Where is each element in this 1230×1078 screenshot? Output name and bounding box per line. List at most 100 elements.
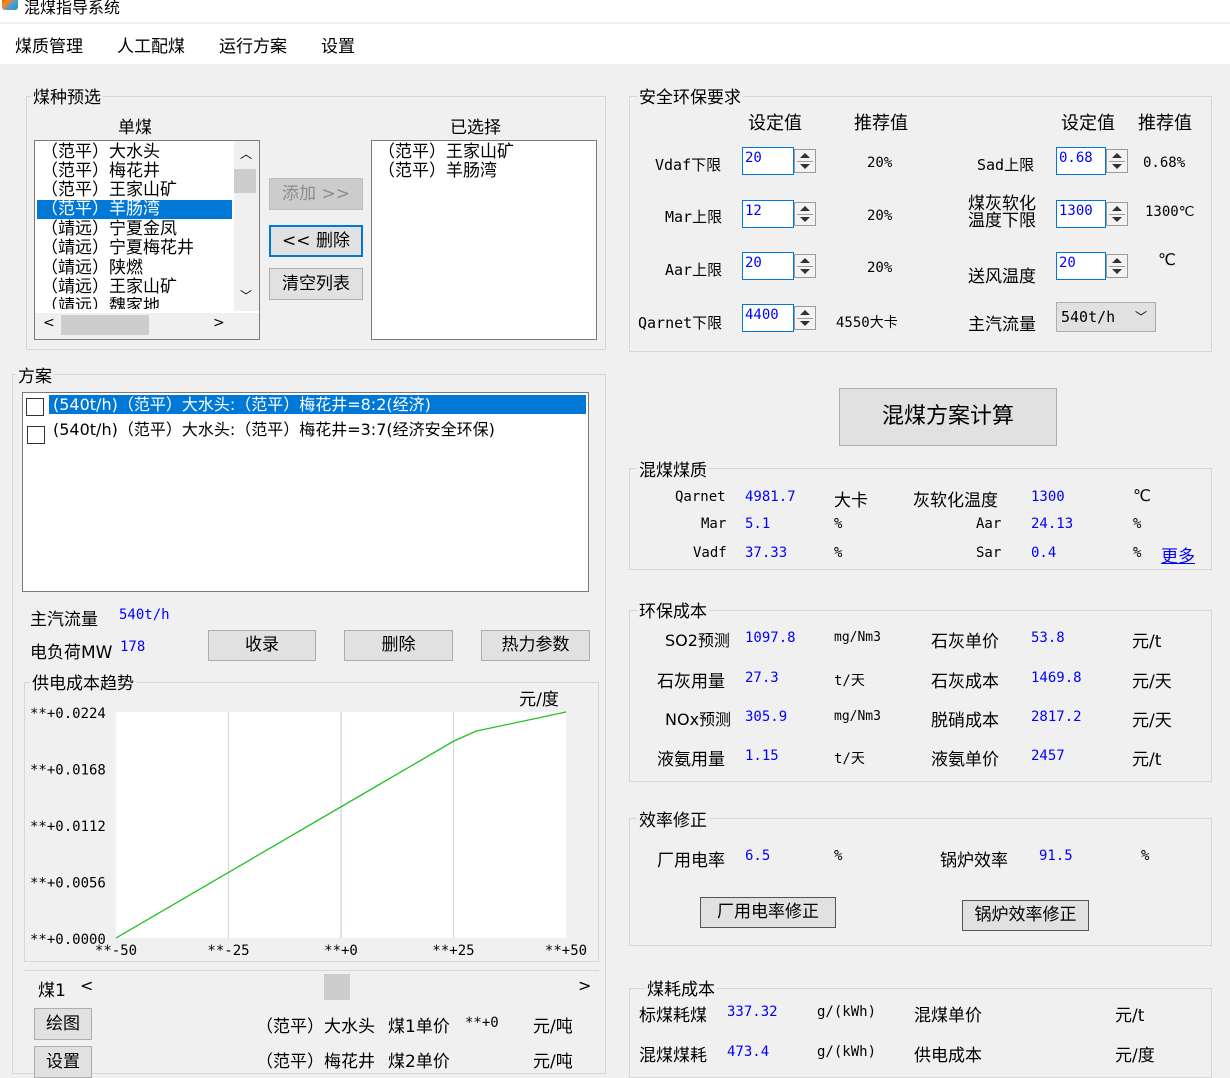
ash-softening-spinner[interactable]: 1300 <box>1056 200 1132 228</box>
air-temp-spinner[interactable]: 20 <box>1056 252 1132 280</box>
settings-button[interactable]: 设置 <box>34 1046 92 1078</box>
remove-button[interactable]: << 删除 <box>269 225 363 257</box>
aar-spinner[interactable]: 20 <box>742 252 818 280</box>
scroll-up-icon[interactable]: ︿ <box>240 145 252 162</box>
plan-item[interactable]: (540t/h)（范平）大水头:（范平）梅花井=3:7(经济安全环保) <box>49 420 495 439</box>
nox-value: 305.9 <box>745 709 788 725</box>
list-item[interactable]: （靖远）宁夏梅花井 <box>37 239 194 258</box>
steam-flow-select-value: 540t/h <box>1061 308 1116 326</box>
aux-power-correction-button[interactable]: 厂用电率修正 <box>700 897 836 928</box>
supply-cost-label: 供电成本 <box>914 1046 982 1066</box>
aar-recommended: 20% <box>867 260 893 276</box>
plan-checkbox[interactable] <box>27 426 45 444</box>
thermal-params-button[interactable]: 热力参数 <box>481 630 590 661</box>
selected-coal-list[interactable]: （范平）王家山矿 （范平）羊肠湾 <box>371 140 597 340</box>
x-tick-label: **-25 <box>207 943 249 959</box>
list-item[interactable]: （范平）王家山矿 <box>374 143 514 162</box>
more-link[interactable]: 更多 <box>1161 542 1195 567</box>
mar-spinner[interactable]: 12 <box>742 200 818 228</box>
x-tick-label: **+25 <box>432 943 474 959</box>
list-item[interactable]: （范平）羊肠湾 <box>374 162 497 181</box>
qarnet-spinner[interactable]: 4400 <box>742 304 818 332</box>
mar-recommended: 20% <box>867 208 893 224</box>
aux-power-value: 6.5 <box>745 848 771 864</box>
coal1-price-label: 煤1单价 <box>388 1017 450 1037</box>
coal1-name: （范平）大水头 <box>256 1017 375 1037</box>
vdaf-spinner[interactable]: 20 <box>742 147 818 175</box>
menu-run-plan[interactable]: 运行方案 <box>219 32 287 57</box>
scroll-thumb[interactable] <box>234 169 256 193</box>
clear-list-button[interactable]: 清空列表 <box>269 268 363 300</box>
spin-arrows[interactable] <box>1106 149 1128 173</box>
qarnet-value: 4981.7 <box>745 489 796 505</box>
slider-right-icon[interactable]: > <box>578 976 591 995</box>
spin-arrows[interactable] <box>1106 202 1128 226</box>
spin-arrows[interactable] <box>794 306 816 330</box>
lime-usage-unit: t/天 <box>834 673 865 689</box>
slider-left-icon[interactable]: < <box>80 976 93 995</box>
blend-quality-legend: 混煤煤质 <box>637 456 709 481</box>
list-item[interactable]: （范平）梅花井 <box>37 162 160 181</box>
spin-arrows[interactable] <box>1106 254 1128 278</box>
nox-label: NOx预测 <box>665 710 732 729</box>
air-temp-label: 送风温度 <box>968 267 1036 287</box>
vdaf-input[interactable]: 20 <box>742 147 794 175</box>
coal1-price-unit: 元/吨 <box>533 1017 573 1037</box>
list-item[interactable]: （靖远）王家山矿 <box>37 278 177 297</box>
chevron-down-icon[interactable]: ﹀ <box>1135 303 1147 331</box>
slider-thumb[interactable] <box>324 974 350 1000</box>
qarnet-input[interactable]: 4400 <box>742 304 794 332</box>
mar-input[interactable]: 12 <box>742 200 794 228</box>
list-item[interactable]: （范平）大水头 <box>37 143 160 162</box>
aux-power-label: 厂用电率 <box>657 851 725 871</box>
plan-item-selected[interactable]: (540t/h)（范平）大水头:（范平）梅花井=8:2(经济) <box>49 395 586 414</box>
lime-price-value: 53.8 <box>1031 630 1065 646</box>
add-button[interactable]: 添加 >> <box>269 178 363 210</box>
blend-calc-button[interactable]: 混煤方案计算 <box>839 388 1057 446</box>
safety-legend: 安全环保要求 <box>637 83 743 108</box>
record-button[interactable]: 收录 <box>208 630 316 661</box>
plan-checkbox[interactable] <box>26 398 44 416</box>
y-axis-unit: 元/度 <box>519 690 559 710</box>
sad-input[interactable]: 0.68 <box>1056 147 1106 175</box>
list-item[interactable]: （靖远）宁夏金凤 <box>37 220 177 239</box>
ash-softening-input[interactable]: 1300 <box>1056 200 1106 228</box>
denitration-cost-unit: 元/天 <box>1132 711 1172 731</box>
aar-input[interactable]: 20 <box>742 252 794 280</box>
scroll-thumb[interactable] <box>61 315 149 335</box>
list-item-selected[interactable]: （范平）羊肠湾 <box>37 200 232 219</box>
horizontal-scrollbar[interactable]: < > <box>35 313 259 339</box>
spin-arrows[interactable] <box>794 202 816 226</box>
boiler-eff-correction-button[interactable]: 锅炉效率修正 <box>962 900 1089 931</box>
scroll-left-icon[interactable]: < <box>43 315 55 331</box>
vdaf-label: Vdaf下限 <box>655 156 722 174</box>
steam-flow-select[interactable]: 540t/h ﹀ <box>1056 302 1156 332</box>
single-coal-list[interactable]: （范平）大水头 （范平）梅花井 （范平）王家山矿 （范平）羊肠湾 （靖远）宁夏金… <box>34 140 260 340</box>
delete-plan-button[interactable]: 删除 <box>344 630 453 661</box>
so2-label: SO2预测 <box>665 631 730 650</box>
list-item[interactable]: （靖远）陕燃 <box>37 259 143 278</box>
blend-consumption-unit: g/(kWh) <box>817 1044 877 1060</box>
scroll-down-icon[interactable]: ﹀ <box>240 287 252 304</box>
ammonia-usage-unit: t/天 <box>834 751 865 767</box>
ammonia-price-label: 液氨单价 <box>931 750 999 770</box>
denitration-cost-label: 脱硝成本 <box>931 711 999 731</box>
draw-button[interactable]: 绘图 <box>34 1008 92 1040</box>
lime-cost-value: 1469.8 <box>1031 670 1082 686</box>
coal2-price-label: 煤2单价 <box>388 1052 450 1072</box>
spin-arrows[interactable] <box>794 149 816 173</box>
spin-arrows[interactable] <box>794 254 816 278</box>
sad-spinner[interactable]: 0.68 <box>1056 147 1132 175</box>
list-item[interactable]: （范平）王家山矿 <box>37 181 177 200</box>
air-temp-input[interactable]: 20 <box>1056 252 1106 280</box>
scroll-right-icon[interactable]: > <box>213 315 225 331</box>
menu-settings[interactable]: 设置 <box>321 32 355 57</box>
coal-ratio-slider[interactable]: < > <box>72 974 599 1000</box>
ash-temp-unit: ℃ <box>1133 486 1151 505</box>
vertical-scrollbar[interactable]: ︿ ﹀ <box>234 141 259 311</box>
menu-manual-blend[interactable]: 人工配煤 <box>117 32 185 57</box>
menu-coal-quality[interactable]: 煤质管理 <box>15 32 83 57</box>
x-tick-label: **+50 <box>545 943 587 959</box>
plan-list[interactable]: (540t/h)（范平）大水头:（范平）梅花井=8:2(经济) (540t/h)… <box>22 392 589 592</box>
list-item[interactable]: （靖远）魏家地 <box>37 297 160 309</box>
